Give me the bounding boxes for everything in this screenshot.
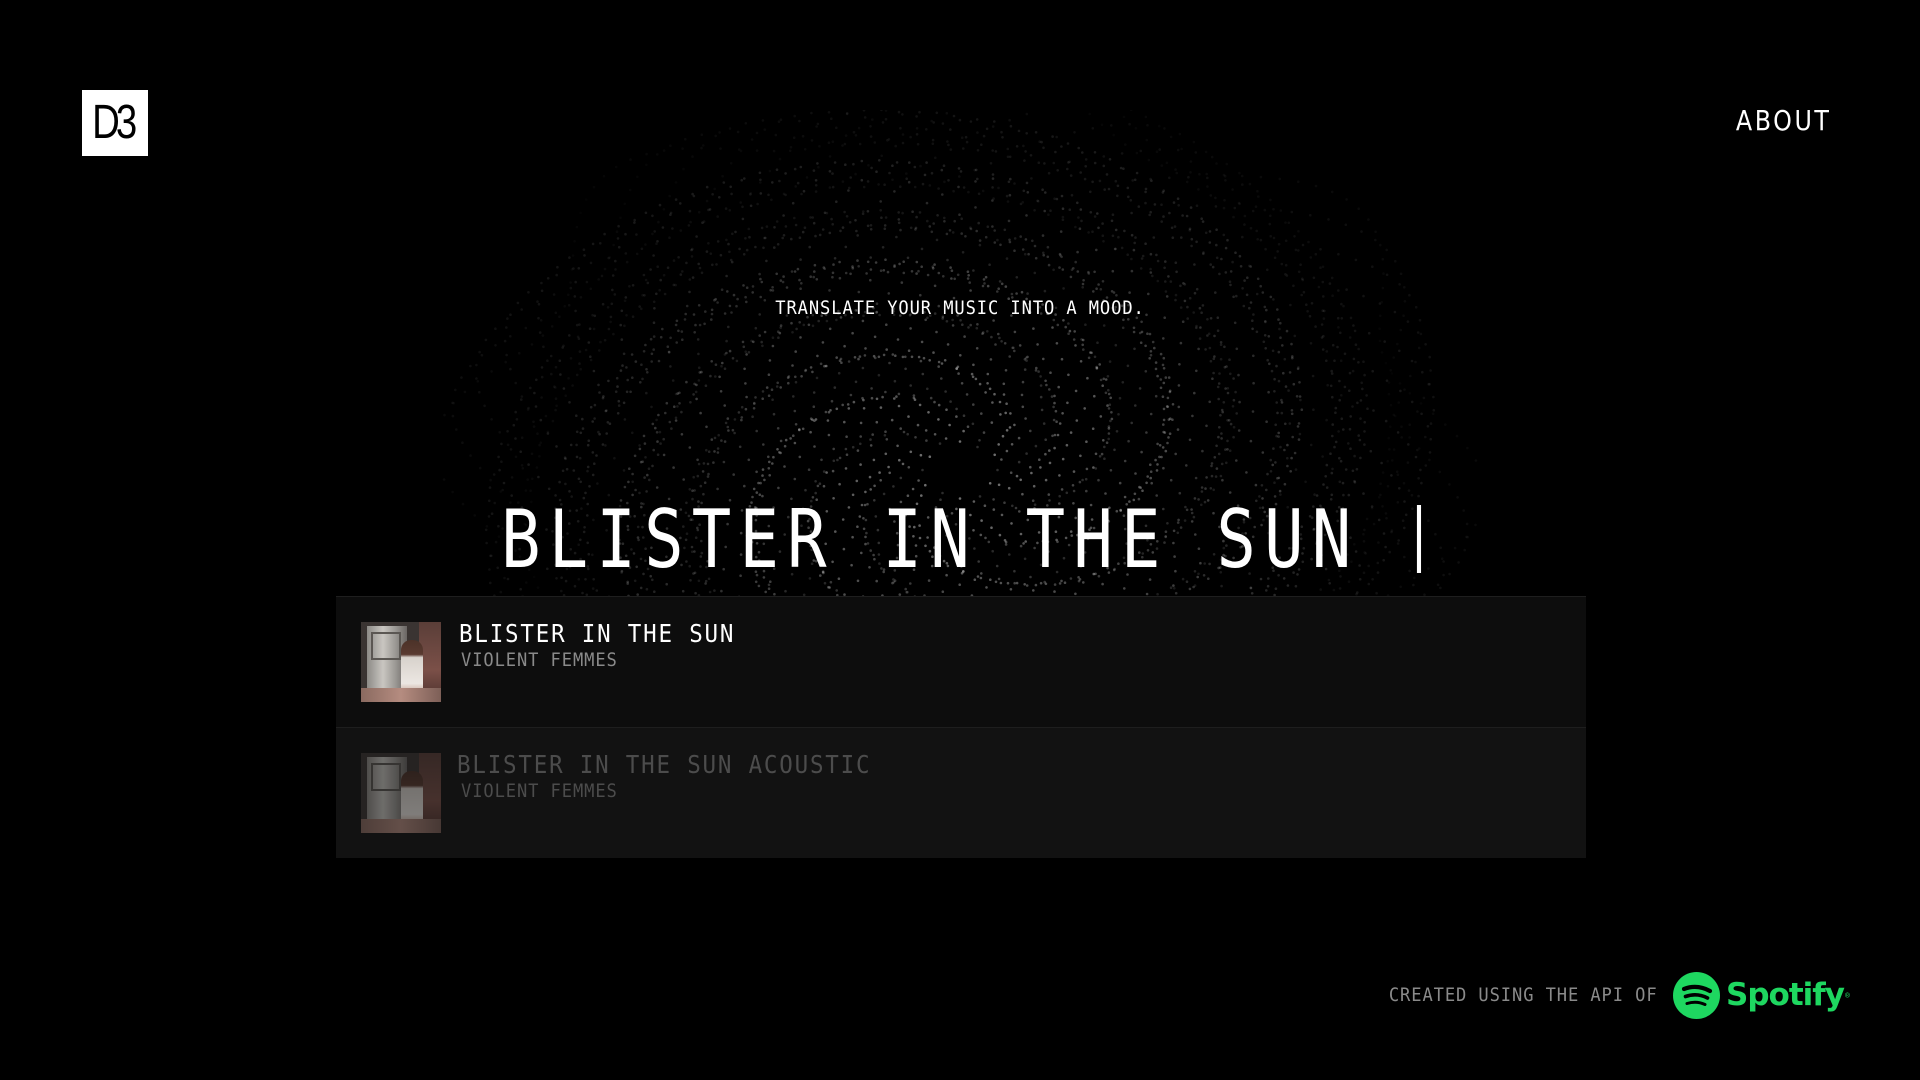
spotify-wordmark: Spotify — [1726, 977, 1845, 1013]
text-caret — [1416, 505, 1422, 573]
about-link[interactable]: ABOUT — [1736, 104, 1832, 137]
album-art-image — [361, 753, 441, 833]
search-input-value: BLISTER IN THE SUN — [500, 493, 1408, 586]
song-search[interactable]: BLISTER IN THE SUN — [336, 490, 1586, 590]
spotify-logo-icon — [1673, 971, 1720, 1019]
track-title: BLISTER IN THE SUN ACOUSTIC — [457, 750, 872, 779]
result-item[interactable]: BLISTER IN THE SUN VIOLENT FEMMES — [336, 596, 1586, 727]
trademark-mark: ® — [1844, 990, 1850, 1000]
search-input[interactable]: BLISTER IN THE SUN — [500, 490, 1422, 590]
page: D3 ABOUT TRANSLATE YOUR MUSIC INTO A MOO… — [0, 0, 1920, 1080]
search-results: BLISTER IN THE SUN VIOLENT FEMMES BLISTE… — [336, 596, 1586, 858]
d3-logo[interactable]: D3 — [82, 90, 148, 156]
result-item[interactable]: BLISTER IN THE SUN ACOUSTIC VIOLENT FEMM… — [336, 727, 1586, 858]
track-artist: VIOLENT FEMMES — [461, 649, 618, 671]
track-artist: VIOLENT FEMMES — [461, 780, 618, 802]
track-title: BLISTER IN THE SUN — [459, 619, 736, 648]
spotify-logo[interactable]: Spotify ® — [1673, 970, 1850, 1020]
tagline: TRANSLATE YOUR MUSIC INTO A MOOD. — [775, 297, 1145, 319]
logo-text: D3 — [92, 96, 137, 149]
album-art-image — [361, 622, 441, 702]
api-credit: CREATED USING THE API OF — [1389, 984, 1658, 1006]
